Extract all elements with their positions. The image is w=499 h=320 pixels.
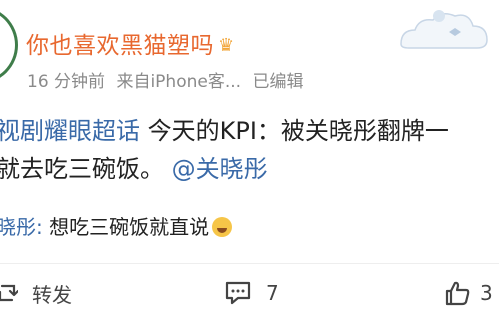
post-source: 来自iPhone客... — [116, 72, 242, 92]
like-count: 3 — [480, 281, 493, 305]
thumbs-up-icon — [445, 281, 470, 306]
crown-icon: ♛ — [218, 35, 235, 56]
post-text-part1: 今天的KPI：被关晓彤翻牌一 — [147, 117, 449, 145]
post-edited[interactable]: 已编辑 — [252, 72, 303, 92]
comment-count: 7 — [266, 281, 279, 305]
post-author-name[interactable]: 你也喜欢黑猫塑吗 — [26, 33, 214, 59]
repost-icon — [0, 284, 18, 302]
post-author[interactable]: 你也喜欢黑猫塑吗 ♛ — [26, 26, 235, 60]
crying-face-icon — [212, 217, 233, 237]
post-text-line2: 就去吃三碗饭。 — [0, 155, 164, 183]
like-button[interactable]: 3 — [444, 279, 493, 307]
cloud-decoration-icon — [400, 10, 488, 49]
post-content: 视剧耀眼超话 今天的KPI：被关晓彤翻牌一 就去吃三碗饭。 @关晓彤 — [0, 112, 449, 188]
topic-link[interactable]: 视剧耀眼超话 — [0, 117, 140, 145]
repost-button[interactable]: 转发 — [0, 279, 72, 307]
comment-icon — [225, 281, 251, 305]
post-meta: 16 分钟前 来自iPhone客... 已编辑 — [27, 67, 309, 92]
divider — [0, 263, 499, 264]
mention-link[interactable]: @关晓彤 — [172, 155, 268, 183]
post-line-2: 就去吃三碗饭。 @关晓彤 — [0, 150, 449, 188]
comment-button[interactable]: 7 — [224, 279, 279, 307]
post-time: 16 分钟前 — [27, 72, 106, 92]
comment-text: 想吃三碗饭就直说 — [49, 215, 210, 239]
post-line-1: 视剧耀眼超话 今天的KPI：被关晓彤翻牌一 — [0, 112, 449, 150]
repost-label: 转发 — [32, 282, 72, 307]
comment-preview[interactable]: 晓彤: 想吃三碗饭就直说 — [0, 211, 233, 240]
comment-author[interactable]: 晓彤: — [0, 215, 43, 239]
avatar[interactable] — [0, 6, 18, 84]
